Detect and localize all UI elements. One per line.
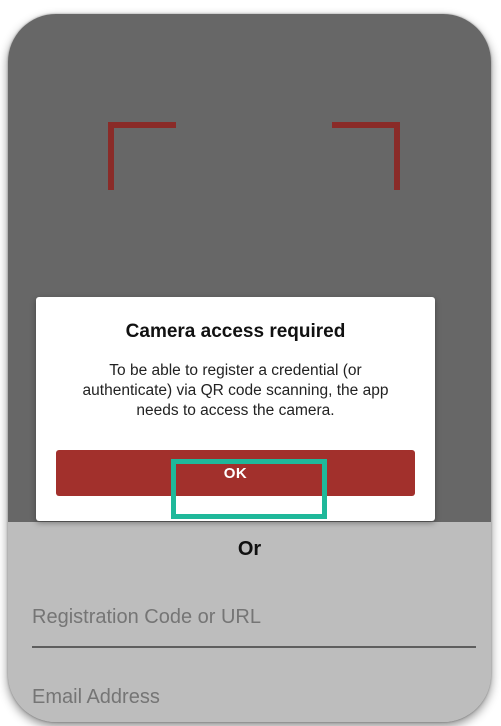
ok-button[interactable]: OK <box>56 450 415 496</box>
email-address-input[interactable] <box>32 682 476 712</box>
scan-frame-corner-icon <box>332 122 400 190</box>
registration-code-input[interactable] <box>32 602 476 632</box>
registration-input-underline <box>32 646 476 648</box>
scan-frame-corner-icon <box>108 122 176 190</box>
dialog-message: To be able to register a credential (or … <box>82 362 389 419</box>
dialog-title: Camera access required <box>125 321 346 342</box>
or-separator-label: Or <box>237 538 262 560</box>
camera-permission-dialog: Camera access required To be able to reg… <box>36 297 435 521</box>
